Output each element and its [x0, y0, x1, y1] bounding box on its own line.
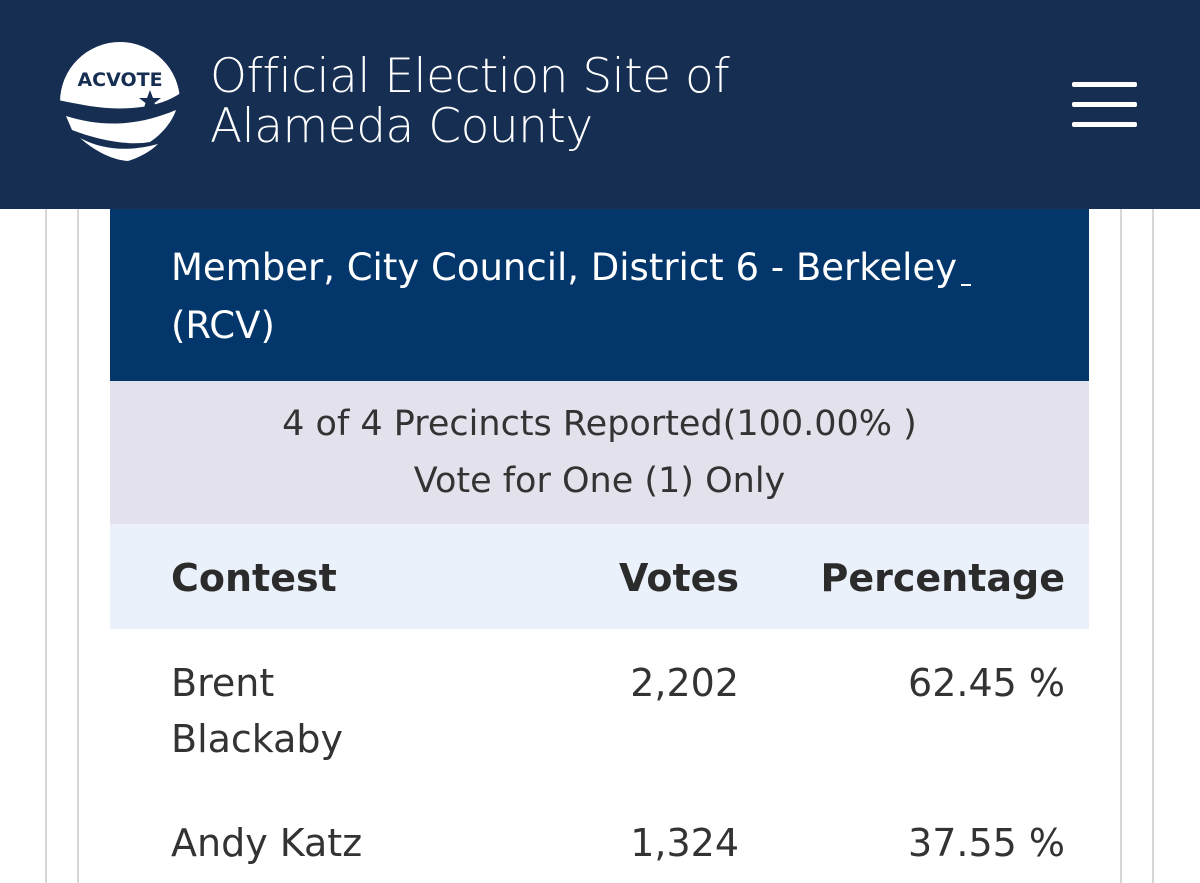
vote-instruction: Vote for One (1) Only: [413, 461, 786, 501]
contest-title-line2: (RCV): [171, 304, 275, 347]
contest-title[interactable]: Member, City Council, District 6 - Berke…: [171, 239, 1041, 355]
column-header-votes: Votes: [619, 556, 739, 600]
page-border-right-outer: [1152, 209, 1154, 883]
page-border-left-outer: [45, 209, 47, 883]
title-underline: [961, 284, 972, 286]
candidate-percentage: 37.55 %: [908, 821, 1065, 865]
contest-title-line1: Member, City Council, District 6 - Berke…: [171, 246, 958, 289]
acvote-logo[interactable]: ACVOTE: [58, 42, 182, 166]
table-row: Andy Katz 1,324 37.55 %: [110, 815, 1089, 875]
candidate-percentage: 62.45 %: [908, 661, 1065, 705]
site-title-line2: Alameda County: [210, 99, 593, 154]
page-border-left-inner: [77, 209, 79, 883]
site-header: ACVOTE Official Election Site of Alameda…: [0, 0, 1200, 209]
site-title-line1: Official Election Site of: [210, 49, 730, 104]
site-title: Official Election Site of Alameda County: [210, 49, 730, 154]
candidate-name: Brent Blackaby: [171, 661, 344, 761]
logo-text: ACVOTE: [77, 69, 162, 91]
precincts-reported: 4 of 4 Precincts Reported(100.00% ): [282, 404, 917, 444]
report-status: 4 of 4 Precincts Reported(100.00% ) Vote…: [110, 381, 1089, 524]
candidate-votes: 1,324: [630, 821, 739, 865]
column-header-contest: Contest: [171, 556, 337, 600]
page-border-right-inner: [1120, 209, 1122, 883]
contest-header: Member, City Council, District 6 - Berke…: [110, 209, 1089, 381]
table-row: Brent Blackaby 2,202 62.45 %: [110, 655, 1089, 770]
results-table-header: Contest Votes Percentage: [110, 524, 1089, 629]
candidate-name: Andy Katz: [171, 821, 363, 865]
column-header-percentage: Percentage: [820, 556, 1066, 600]
candidate-votes: 2,202: [630, 661, 739, 705]
hamburger-menu-icon[interactable]: [1068, 82, 1140, 130]
